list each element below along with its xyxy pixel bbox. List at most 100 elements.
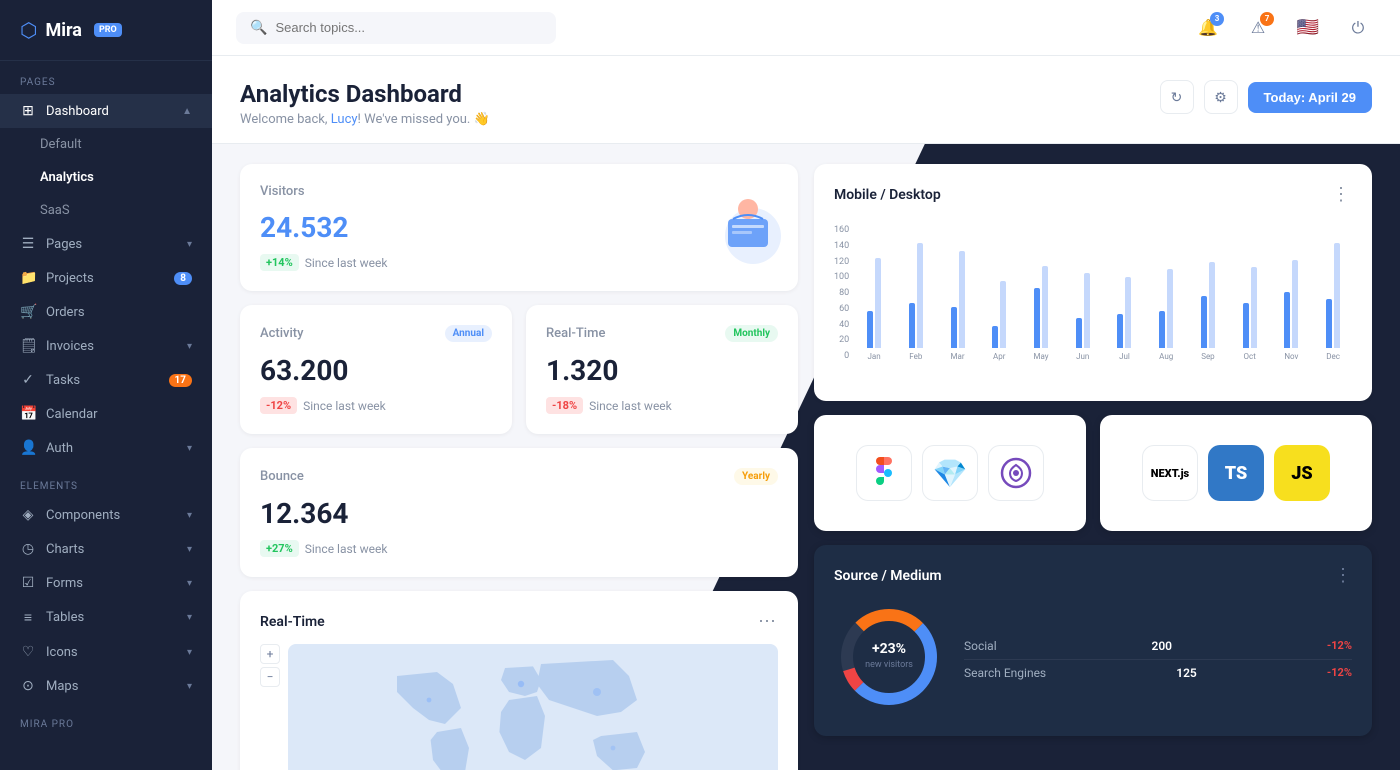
alerts-button[interactable]: ⚠ 7 (1240, 10, 1276, 46)
sidebar-item-pages[interactable]: ☰ Pages ▾ (0, 227, 212, 261)
zoom-out-button[interactable]: − (260, 667, 280, 687)
map-display (288, 644, 778, 770)
sidebar-item-default[interactable]: Default (0, 128, 212, 161)
page-subtitle: Welcome back, Lucy! We've missed you. 👋 (240, 112, 490, 127)
realtime-label: Real-Time (546, 326, 605, 341)
dark-bar (909, 303, 915, 348)
sidebar-item-label: Auth (46, 441, 73, 456)
power-button[interactable]: ⏻ (1340, 10, 1376, 46)
sidebar-item-dashboard[interactable]: ⊞ Dashboard ▲ (0, 94, 212, 128)
visitors-label: Visitors (260, 184, 305, 199)
projects-icon: 📁 (20, 270, 36, 286)
source-medium-content: +23% new visitors Social 200 -12% (834, 602, 1352, 716)
activity-card-header: Activity Annual (260, 325, 492, 342)
flag-button[interactable]: 🇺🇸 (1290, 10, 1326, 46)
pages-section-label: PAGES (0, 61, 212, 94)
chart-menu-button[interactable]: ⋮ (1332, 184, 1352, 205)
source-medium-header: Source / Medium ⋮ (834, 565, 1352, 586)
sidebar: ⬡ Mira PRO PAGES ⊞ Dashboard ▲ Default A… (0, 0, 212, 770)
sidebar-item-invoices[interactable]: 🗒 Invoices ▾ (0, 329, 212, 363)
bar-chart-container: 160 140 120 100 80 60 40 20 0 JanFebM (834, 221, 1352, 381)
orders-icon: 🛒 (20, 304, 36, 320)
visitors-card: Visitors 24.532 +14% Since last week (240, 164, 798, 291)
sidebar-item-orders[interactable]: 🛒 Orders (0, 295, 212, 329)
bar-group: Nov (1273, 228, 1311, 361)
flag-icon: 🇺🇸 (1297, 17, 1319, 38)
source-medium-menu[interactable]: ⋮ (1334, 565, 1352, 586)
sidebar-item-label: Dashboard (46, 104, 109, 119)
typescript-logo: TS (1208, 445, 1264, 501)
sidebar-item-saas[interactable]: SaaS (0, 194, 212, 227)
content-area: Visitors 24.532 +14% Since last week (212, 144, 1400, 770)
bar-month-label: Jan (867, 352, 880, 361)
sidebar-item-calendar[interactable]: 📅 Calendar (0, 397, 212, 431)
date-button[interactable]: Today: April 29 (1248, 82, 1372, 113)
chevron-down-icon: ▾ (187, 681, 192, 692)
light-bar (917, 243, 923, 348)
calendar-icon: 📅 (20, 406, 36, 422)
bounce-footer: +27% Since last week (260, 540, 778, 557)
map-header: Real-Time ⋯ (260, 611, 778, 632)
sidebar-item-label: Invoices (46, 339, 94, 354)
bounce-badge: Yearly (734, 468, 778, 485)
refresh-button[interactable]: ↻ (1160, 80, 1194, 114)
page-header-actions: ↻ ⚙ Today: April 29 (1160, 80, 1372, 114)
sidebar-item-label: Tables (46, 610, 84, 625)
auth-icon: 👤 (20, 440, 36, 456)
source-change: -12% (1327, 666, 1352, 679)
zoom-in-button[interactable]: + (260, 644, 280, 664)
light-bar (1251, 267, 1257, 348)
bar-month-label: Feb (909, 352, 922, 361)
mira-pro-section-label: MIRA PRO (0, 703, 212, 736)
map-menu[interactable]: ⋯ (758, 611, 778, 632)
dark-bar (1034, 288, 1040, 348)
dark-bar (992, 326, 998, 349)
components-icon: ◈ (20, 507, 36, 523)
visitors-illustration (698, 181, 788, 275)
sidebar-item-forms[interactable]: ☑ Forms ▾ (0, 566, 212, 600)
bar-month-label: Dec (1326, 352, 1340, 361)
bounce-card: Bounce Yearly 12.364 +27% Since last wee… (240, 448, 798, 577)
sidebar-item-tables[interactable]: ≡ Tables ▾ (0, 600, 212, 635)
main-content: 🔍 🔔 3 ⚠ 7 🇺🇸 ⏻ Analytics Dashboard (212, 0, 1400, 770)
dark-bar (1284, 292, 1290, 348)
tables-icon: ≡ (20, 609, 36, 626)
topbar-actions: 🔔 3 ⚠ 7 🇺🇸 ⏻ (1190, 10, 1376, 46)
dark-bar (1159, 311, 1165, 349)
sidebar-item-label: Components (46, 508, 120, 523)
power-icon: ⏻ (1352, 18, 1365, 38)
sidebar-item-charts[interactable]: ◷ Charts ▾ (0, 532, 212, 566)
bar-group: Jan (855, 228, 893, 361)
light-bar (875, 258, 881, 348)
bounce-change: +27% (260, 540, 299, 557)
source-value: 200 (1151, 639, 1172, 653)
visitors-since: Since last week (305, 256, 388, 270)
dark-bar (1326, 299, 1332, 348)
chevron-down-icon: ▾ (187, 239, 192, 250)
sidebar-item-analytics[interactable]: Analytics (0, 161, 212, 194)
chevron-down-icon: ▾ (187, 341, 192, 352)
bar-pair (1201, 228, 1215, 348)
search-box[interactable]: 🔍 (236, 12, 556, 44)
forms-icon: ☑ (20, 575, 36, 591)
sidebar-item-maps[interactable]: ⊙ Maps ▾ (0, 669, 212, 703)
maps-icon: ⊙ (20, 678, 36, 694)
dashboard-icon: ⊞ (20, 103, 36, 119)
y-axis: 160 140 120 100 80 60 40 20 0 (834, 221, 855, 361)
bar-month-label: Aug (1159, 352, 1173, 361)
sidebar-item-tasks[interactable]: ✓ Tasks 17 (0, 363, 212, 397)
light-bar (1125, 277, 1131, 348)
notifications-button[interactable]: 🔔 3 (1190, 10, 1226, 46)
javascript-logo: JS (1274, 445, 1330, 501)
activity-value: 63.200 (260, 354, 492, 387)
sidebar-item-projects[interactable]: 📁 Projects 8 (0, 261, 212, 295)
sidebar-item-auth[interactable]: 👤 Auth ▾ (0, 431, 212, 465)
light-bar (1084, 273, 1090, 348)
search-input[interactable] (275, 20, 542, 35)
filter-button[interactable]: ⚙ (1204, 80, 1238, 114)
bar-month-label: Sep (1201, 352, 1214, 361)
sidebar-item-icons[interactable]: ♡ Icons ▾ (0, 635, 212, 669)
sketch-logo: 💎 (922, 445, 978, 501)
source-row-social: Social 200 -12% (964, 633, 1352, 660)
sidebar-item-components[interactable]: ◈ Components ▾ (0, 498, 212, 532)
